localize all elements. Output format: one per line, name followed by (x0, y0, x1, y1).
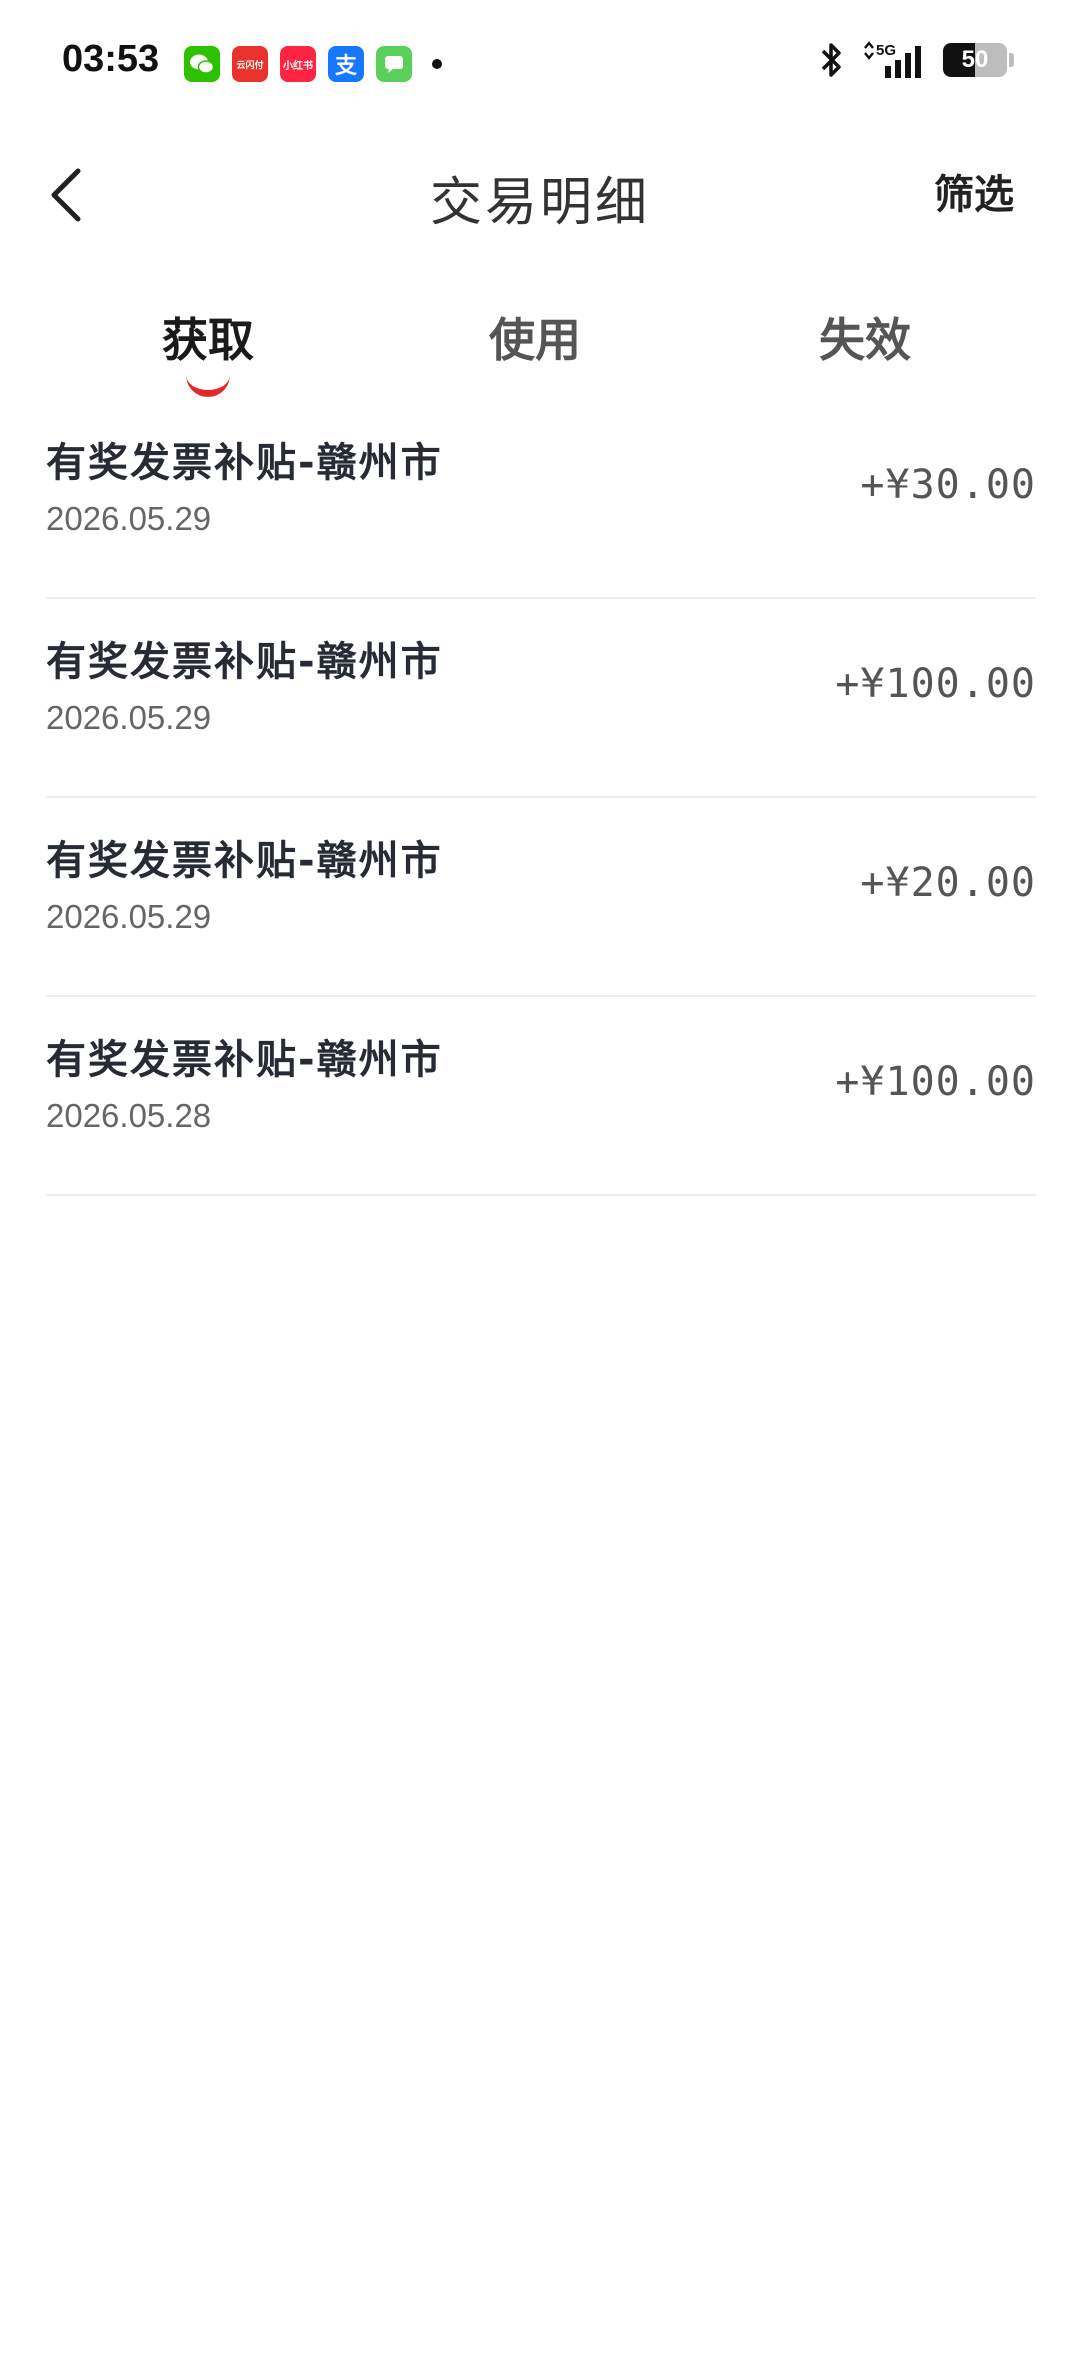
transaction-amount: +¥30.00 (860, 462, 1036, 508)
transaction-row[interactable]: 有奖发票补贴-赣州市 2026.05.29 +¥30.00 (46, 400, 1036, 599)
tab-expired[interactable]: 失效 (755, 304, 975, 370)
transaction-amount: +¥100.00 (835, 661, 1036, 707)
transaction-list: 有奖发票补贴-赣州市 2026.05.29 +¥30.00 有奖发票补贴-赣州市… (46, 400, 1036, 1196)
wechat-icon (184, 46, 220, 82)
transaction-row[interactable]: 有奖发票补贴-赣州市 2026.05.29 +¥20.00 (46, 798, 1036, 997)
xiaohongshu-label: 小红书 (283, 60, 313, 72)
tab-obtain-label: 获取 (162, 313, 254, 367)
battery-icon: 50 (943, 43, 1007, 77)
transaction-title: 有奖发票补贴-赣州市 (46, 838, 443, 884)
tab-bar: 获取 使用 失效 (0, 290, 1080, 400)
tab-expired-label: 失效 (819, 313, 911, 367)
transaction-title: 有奖发票补贴-赣州市 (46, 639, 443, 685)
alipay-label: 支 (334, 54, 357, 79)
tab-use-label: 使用 (489, 313, 581, 367)
transaction-date: 2026.05.28 (46, 1097, 212, 1134)
alipay-icon: 支 (328, 46, 364, 82)
transaction-amount: +¥20.00 (860, 860, 1036, 906)
transaction-date: 2026.05.29 (46, 898, 212, 935)
signal-5g-icon: 5G (864, 41, 921, 78)
header: 交易明细 筛选 (0, 140, 1080, 250)
xiaohongshu-icon: 小红书 (280, 46, 316, 82)
tab-obtain[interactable]: 获取 (98, 304, 318, 397)
transaction-amount: +¥100.00 (835, 1059, 1036, 1105)
bluetooth-icon (821, 43, 841, 77)
filter-button[interactable]: 筛选 (934, 162, 1014, 220)
messages-icon (376, 46, 412, 82)
page-title: 交易明细 (429, 173, 650, 233)
transaction-date: 2026.05.29 (46, 500, 212, 537)
network-type-label: 5G (876, 42, 896, 59)
transaction-row[interactable]: 有奖发票补贴-赣州市 2026.05.28 +¥100.00 (46, 997, 1036, 1196)
status-time: 03:53 (62, 38, 160, 80)
battery-level: 50 (961, 46, 989, 73)
status-right-icons: 5G 50 (819, 40, 1014, 80)
battery-cap (1009, 53, 1014, 67)
transaction-title: 有奖发票补贴-赣州市 (46, 440, 443, 486)
status-bar: 03:53 云闪付 小红书 支 5G 50 (0, 0, 1080, 130)
transaction-row[interactable]: 有奖发票补贴-赣州市 2026.05.29 +¥100.00 (46, 599, 1036, 798)
tab-use[interactable]: 使用 (425, 304, 645, 370)
active-tab-indicator (186, 374, 230, 397)
notification-icons: 云闪付 小红书 支 (184, 46, 442, 82)
yunshanfu-icon: 云闪付 (232, 46, 268, 82)
transaction-title: 有奖发票补贴-赣州市 (46, 1037, 443, 1083)
transaction-date: 2026.05.29 (46, 699, 212, 736)
transaction-details-screen: 03:53 云闪付 小红书 支 5G 50 交易明细 筛选 获取 使用 失效 有… (0, 0, 1080, 2376)
more-notifications-dot (432, 59, 442, 69)
yunshanfu-label: 云闪付 (236, 60, 264, 71)
